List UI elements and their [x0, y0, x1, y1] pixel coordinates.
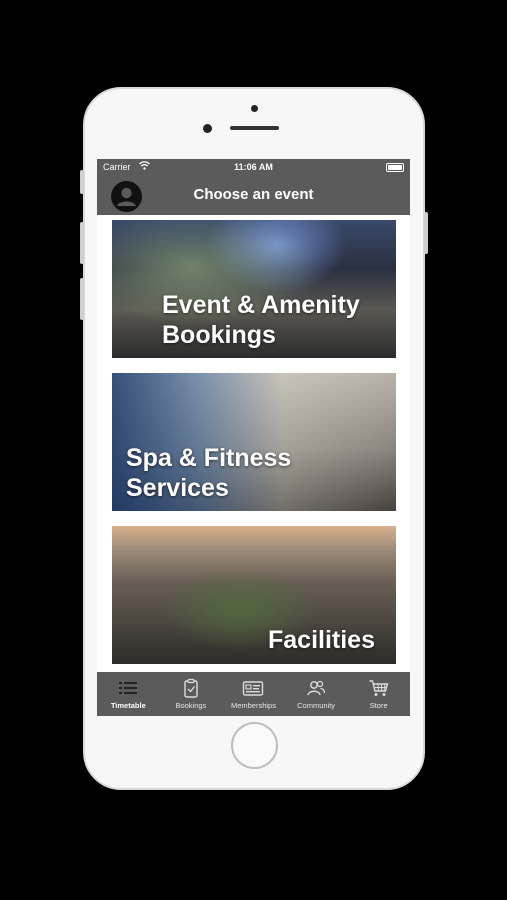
proximity-sensor	[203, 124, 212, 133]
card-label: Event & Amenity Bookings	[162, 291, 360, 349]
tab-store[interactable]: Store	[347, 672, 410, 716]
page-title: Choose an event	[193, 186, 314, 203]
tab-label: Bookings	[175, 701, 207, 710]
battery-icon	[386, 163, 404, 172]
clipboard-check-icon	[184, 678, 198, 698]
mute-switch	[80, 170, 84, 194]
volume-down-button	[80, 278, 84, 320]
card-label: Facilities	[268, 626, 375, 654]
membership-card-icon	[243, 681, 264, 696]
power-button	[424, 212, 428, 254]
tab-label: Store	[369, 701, 388, 710]
event-list: Event & Amenity Bookings Spa & Fitness S…	[97, 215, 410, 672]
cart-icon	[369, 680, 389, 696]
app-screen: Carrier 11:06 AM Choose an event Event &…	[97, 159, 410, 716]
tab-memberships[interactable]: Memberships	[222, 672, 285, 716]
tab-community[interactable]: Community	[285, 672, 348, 716]
event-card-spa-fitness[interactable]: Spa & Fitness Services	[112, 373, 396, 511]
event-card-facilities[interactable]: Facilities	[112, 526, 396, 664]
list-icon	[119, 682, 138, 694]
earpiece-speaker	[230, 126, 279, 130]
tab-label: Memberships	[230, 701, 276, 710]
tab-label: Timetable	[110, 701, 146, 710]
status-bar: Carrier 11:06 AM	[97, 159, 410, 176]
home-button[interactable]	[231, 722, 278, 769]
header-bar: Choose an event	[97, 176, 410, 215]
front-camera	[251, 105, 258, 112]
tab-timetable[interactable]: Timetable	[97, 672, 160, 716]
tab-bar: Timetable Bookings Memberships Community…	[97, 672, 410, 716]
volume-up-button	[80, 222, 84, 264]
tab-bookings[interactable]: Bookings	[160, 672, 223, 716]
status-time: 11:06 AM	[234, 162, 273, 172]
card-label: Spa & Fitness Services	[126, 444, 292, 502]
event-card-event-amenity-bookings[interactable]: Event & Amenity Bookings	[112, 220, 396, 358]
people-icon	[307, 680, 326, 696]
tab-label: Community	[297, 701, 336, 710]
